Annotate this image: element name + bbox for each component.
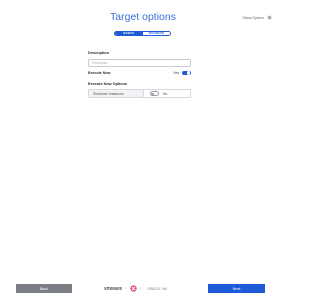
execute-now-row: Execute Now Yes [88,70,191,76]
global-options-label: Global Options [242,15,264,20]
description-input[interactable] [88,59,191,67]
execute-now-label: Execute Now [88,71,111,75]
shutdown-instances-label: Shutdown Instances [89,90,144,97]
back-button[interactable]: Back [16,284,72,293]
global-options-link[interactable]: Global Options [242,15,272,20]
execute-now-value: Yes [173,71,179,75]
brand-separator: × [125,287,127,290]
shutdown-instances-value: No [163,91,168,96]
brand-separator: × [139,287,142,290]
gear-icon [267,15,272,20]
execute-now-toggle[interactable] [182,70,191,76]
execute-now-options-label: Execute Now Options [88,82,128,86]
tab-switcher: BASICS ADVANCED [114,31,171,36]
partner-x-icon [129,285,137,292]
description-label: Description [88,51,109,55]
tab-basics[interactable]: BASICS [115,32,143,35]
tab-advanced[interactable]: ADVANCED [142,32,170,35]
footer-brand: vmware × × ORACLE VM [104,285,167,292]
shutdown-instances-toggle[interactable] [150,91,159,96]
shutdown-instances-row: Shutdown Instances No [88,89,191,98]
next-button[interactable]: Next [208,284,265,293]
oracle-vm-logo: ORACLE VM [147,286,167,291]
toggle-knob [187,71,191,75]
toggle-knob [151,92,155,96]
vmware-logo: vmware [104,285,123,292]
